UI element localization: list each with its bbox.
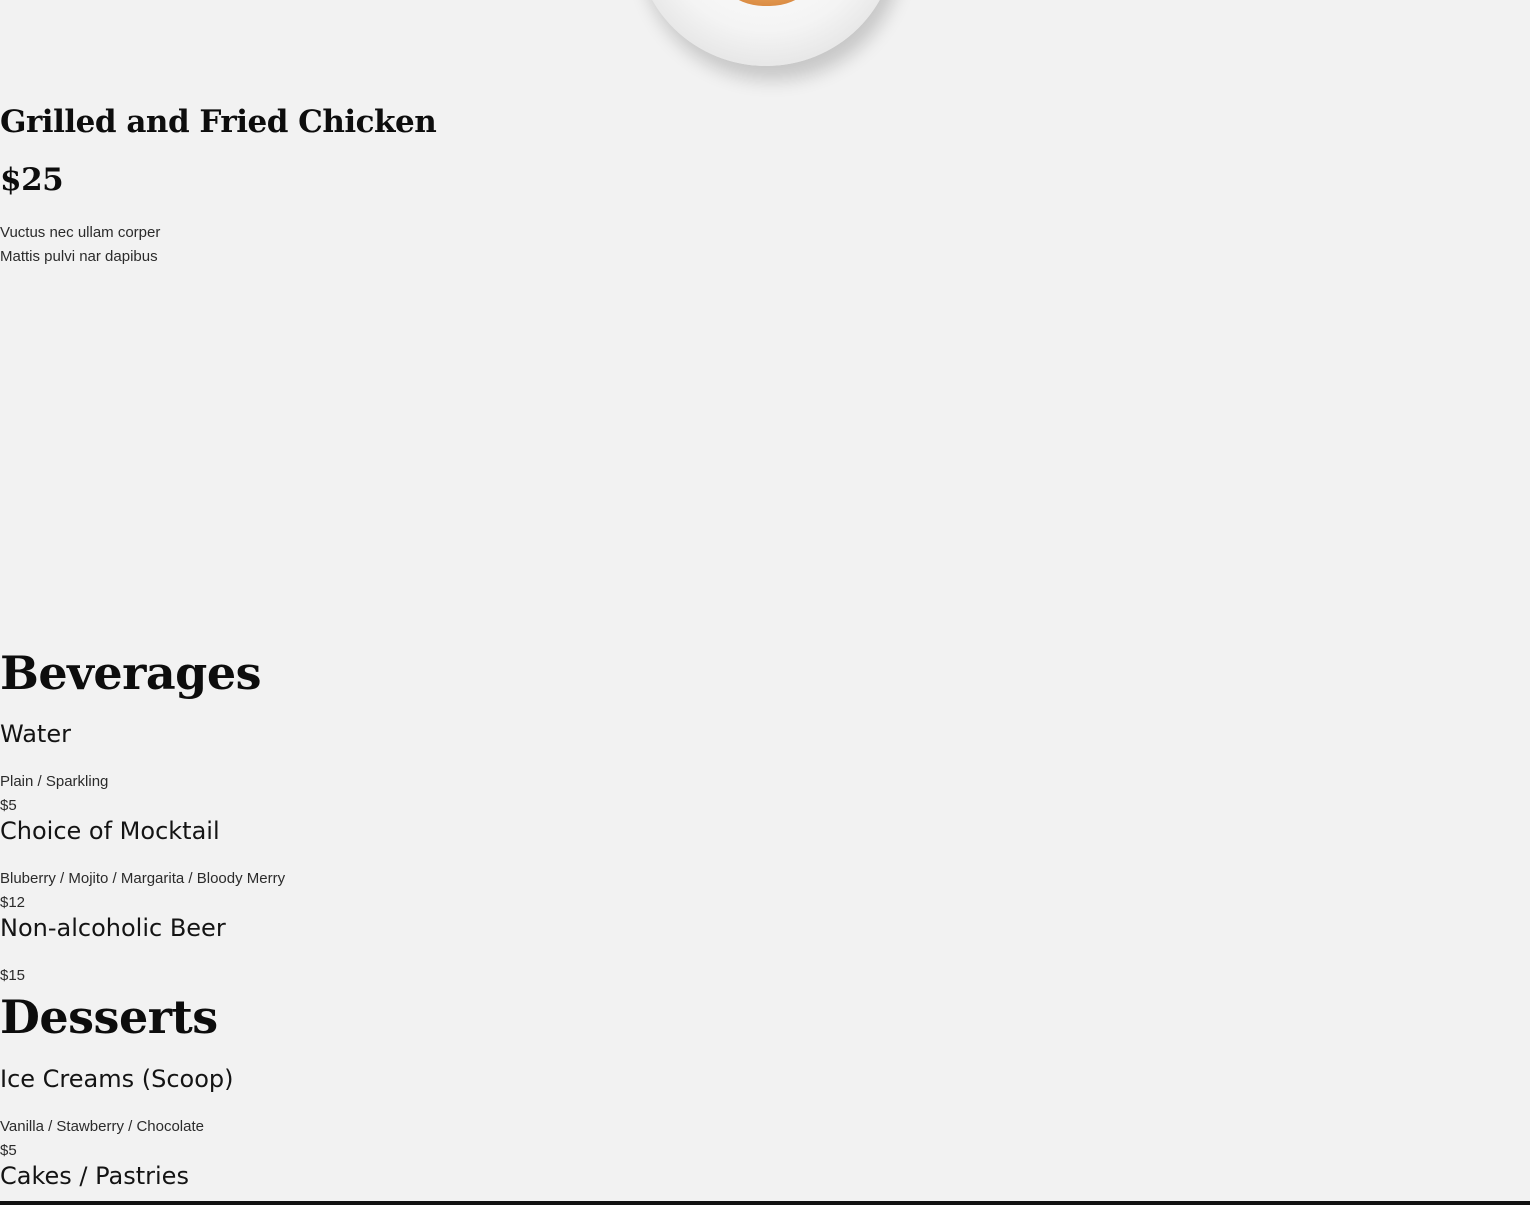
food-on-plate	[708, 0, 826, 6]
menu-item-price: $5	[0, 797, 17, 814]
menu-item-name: Ice Creams (Scoop)	[0, 1065, 234, 1093]
dish-description-line: Mattis pulvi nar dapibus	[0, 248, 158, 265]
plated-dish-image	[636, 0, 896, 66]
dish-description-line: Vuctus nec ullam corper	[0, 224, 161, 241]
dish-title: Grilled and Fried Chicken	[0, 104, 437, 140]
section-heading-desserts: Desserts	[0, 990, 218, 1044]
menu-item-price: $15	[0, 967, 26, 984]
menu-item-price: $12	[0, 894, 26, 911]
section-heading-beverages: Beverages	[0, 646, 262, 700]
menu-item-options: Vanilla / Stawberry / Chocolate	[0, 1118, 204, 1135]
menu-item-name: Non-alcoholic Beer	[0, 914, 226, 942]
menu-item-options: Plain / Sparkling	[0, 773, 109, 790]
dish-price: $25	[0, 162, 64, 198]
menu-item-name: Cakes / Pastries	[0, 1162, 189, 1190]
menu-item-name: Choice of Mocktail	[0, 817, 220, 845]
menu-item-options: Bluberry / Mojito / Margarita / Bloody M…	[0, 870, 286, 887]
menu-item-price: $5	[0, 1142, 17, 1159]
menu-item-name: Water	[0, 720, 71, 748]
bottom-border	[0, 1201, 1530, 1205]
